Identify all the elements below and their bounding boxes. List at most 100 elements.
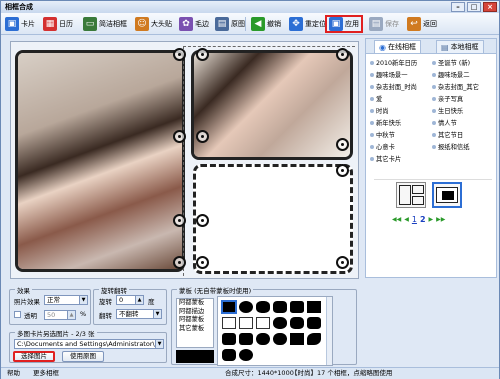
mask-shape[interactable]: [239, 301, 253, 313]
frame-thumbnail-selected[interactable]: [432, 182, 462, 208]
binder-ring-icon: [196, 48, 209, 61]
tab-online-frames[interactable]: ◉ 在线相框: [374, 40, 421, 53]
mask-title: 蒙板 (无自带蒙板时使用): [177, 285, 254, 295]
mask-shape[interactable]: [273, 317, 287, 329]
choose-image-button[interactable]: 选择图片: [13, 351, 55, 362]
original-image-icon: ▤: [215, 17, 229, 31]
mask-shape[interactable]: [222, 349, 236, 361]
tool-back-button[interactable]: ↩ 返回: [405, 15, 439, 33]
mask-shape[interactable]: [239, 317, 253, 329]
frame-slot-photo-left[interactable]: [15, 50, 185, 272]
mask-shape[interactable]: [256, 317, 270, 329]
transparent-checkbox[interactable]: [14, 311, 21, 318]
tool-undo-button[interactable]: ◀ 撤销: [249, 15, 283, 33]
mask-shape[interactable]: [222, 317, 236, 329]
frame-slot-photo-top-right[interactable]: [191, 50, 353, 160]
category-item[interactable]: 时尚: [370, 105, 432, 116]
tab-local-frames[interactable]: ▤ 本地相框: [436, 40, 484, 53]
binder-ring-icon: [336, 256, 349, 269]
mask-shape[interactable]: [290, 317, 304, 329]
tool-rough-edge-button[interactable]: ✿ 毛边: [177, 15, 211, 33]
mask-shape[interactable]: [222, 333, 236, 345]
tool-simple-frame-button[interactable]: ▭ 简洁相框: [81, 15, 129, 33]
close-button[interactable]: ×: [483, 2, 497, 12]
category-item[interactable]: 爱: [370, 93, 432, 104]
rotate-input[interactable]: 0 ▲: [116, 295, 144, 305]
mask-shape[interactable]: [307, 333, 321, 345]
category-item[interactable]: 情人节: [432, 117, 494, 128]
mask-list-item[interactable]: 其它蒙板: [177, 325, 213, 334]
thumb-frame-shape: [412, 185, 424, 194]
effects-title: 效果: [15, 285, 32, 295]
last-page-button[interactable]: ▶▶: [436, 216, 445, 223]
binder-ring-icon: [173, 214, 186, 227]
category-item[interactable]: 生日快乐: [432, 105, 494, 116]
image-path-select[interactable]: C:\Documents and Settings\Administrator\…: [14, 339, 164, 349]
bullet-icon: [370, 144, 374, 149]
photo-image: [194, 53, 350, 157]
category-item[interactable]: 亲子写真: [432, 93, 494, 104]
mask-grid-scrollbar[interactable]: [326, 297, 332, 365]
first-page-button[interactable]: ◀◀: [392, 216, 401, 223]
mask-group: 蒙板 (无自带蒙板时使用) 阿都蒙板 阿都描边 阿都蒙板 其它蒙板: [171, 285, 357, 366]
category-item[interactable]: 杂志封面_其它: [432, 81, 494, 92]
category-item[interactable]: 杂志封面_时尚: [370, 81, 432, 92]
tool-reposition-button[interactable]: ✥ 重定位: [287, 15, 328, 33]
thumb-frame-shape: [399, 185, 411, 205]
prev-page-button[interactable]: ◀: [404, 216, 409, 223]
minimize-button[interactable]: –: [451, 2, 465, 12]
tool-card-button[interactable]: ▣ 卡片: [3, 15, 37, 33]
mask-shape[interactable]: [273, 301, 287, 313]
tool-apply-button[interactable]: ▣ 应用: [325, 15, 363, 33]
frame-thumbnail[interactable]: [396, 182, 426, 208]
category-item[interactable]: 趣味场景二: [432, 69, 494, 80]
category-item[interactable]: 圣诞节 (新): [432, 57, 494, 68]
mask-shape[interactable]: [256, 301, 270, 313]
mask-list-item[interactable]: 阿都描边: [177, 308, 213, 317]
page-1-link[interactable]: 1: [412, 215, 417, 224]
preview-canvas[interactable]: [10, 41, 359, 279]
tool-sticker-button[interactable]: ☺ 大头贴: [133, 15, 174, 33]
mask-shape[interactable]: [290, 333, 304, 345]
mask-shape[interactable]: [307, 317, 321, 329]
bullet-icon: [432, 120, 436, 125]
window-title: 相框合成: [5, 3, 33, 11]
mask-list-item[interactable]: 阿都蒙板: [177, 316, 213, 325]
category-item[interactable]: 2010新年日历: [370, 57, 432, 68]
help-link[interactable]: 帮助: [7, 368, 20, 379]
category-item[interactable]: 新年快乐: [370, 117, 432, 128]
mask-list: 阿都蒙板 阿都描边 阿都蒙板 其它蒙板: [176, 298, 214, 348]
more-frames-link[interactable]: 更多相框: [33, 368, 59, 379]
bullet-icon: [370, 120, 374, 125]
tool-original-button[interactable]: ▤ 原图: [213, 15, 247, 33]
selection-dashed-line: [183, 46, 355, 47]
category-item[interactable]: 趣味场景一: [370, 69, 432, 80]
calendar-icon: ▦: [43, 17, 57, 31]
maximize-button[interactable]: □: [467, 2, 481, 12]
frame-icon: ▭: [83, 17, 97, 31]
next-page-button[interactable]: ▶: [429, 216, 434, 223]
photo-effect-select[interactable]: 正常 ▼: [44, 295, 88, 305]
flip-select[interactable]: 不翻转 ▼: [116, 309, 162, 319]
use-original-button[interactable]: 使用原图: [62, 351, 104, 362]
bullet-icon: [370, 108, 374, 113]
mask-shape[interactable]: [256, 333, 270, 345]
bullet-icon: [432, 60, 436, 65]
category-item[interactable]: 其它节日: [432, 129, 494, 140]
category-item[interactable]: 其它卡片: [370, 153, 432, 164]
mask-list-item[interactable]: 阿都蒙板: [177, 299, 213, 308]
tool-calendar-button[interactable]: ▦ 日历: [41, 15, 75, 33]
mask-shape[interactable]: [239, 349, 253, 361]
mask-shape[interactable]: [290, 301, 304, 313]
mask-shape[interactable]: [307, 301, 321, 313]
category-item[interactable]: 报纸和信纸: [432, 141, 494, 152]
tool-save-button[interactable]: ▤ 保存: [367, 15, 401, 33]
category-item[interactable]: 中秋节: [370, 129, 432, 140]
bullet-icon: [370, 132, 374, 137]
mask-shape[interactable]: [239, 333, 253, 345]
mask-shape[interactable]: [221, 300, 237, 314]
category-item[interactable]: 心意卡: [370, 141, 432, 152]
transparent-value-input[interactable]: 50 ▲: [44, 310, 76, 320]
mask-shape[interactable]: [273, 333, 287, 345]
frame-slot-empty[interactable]: [193, 164, 353, 274]
